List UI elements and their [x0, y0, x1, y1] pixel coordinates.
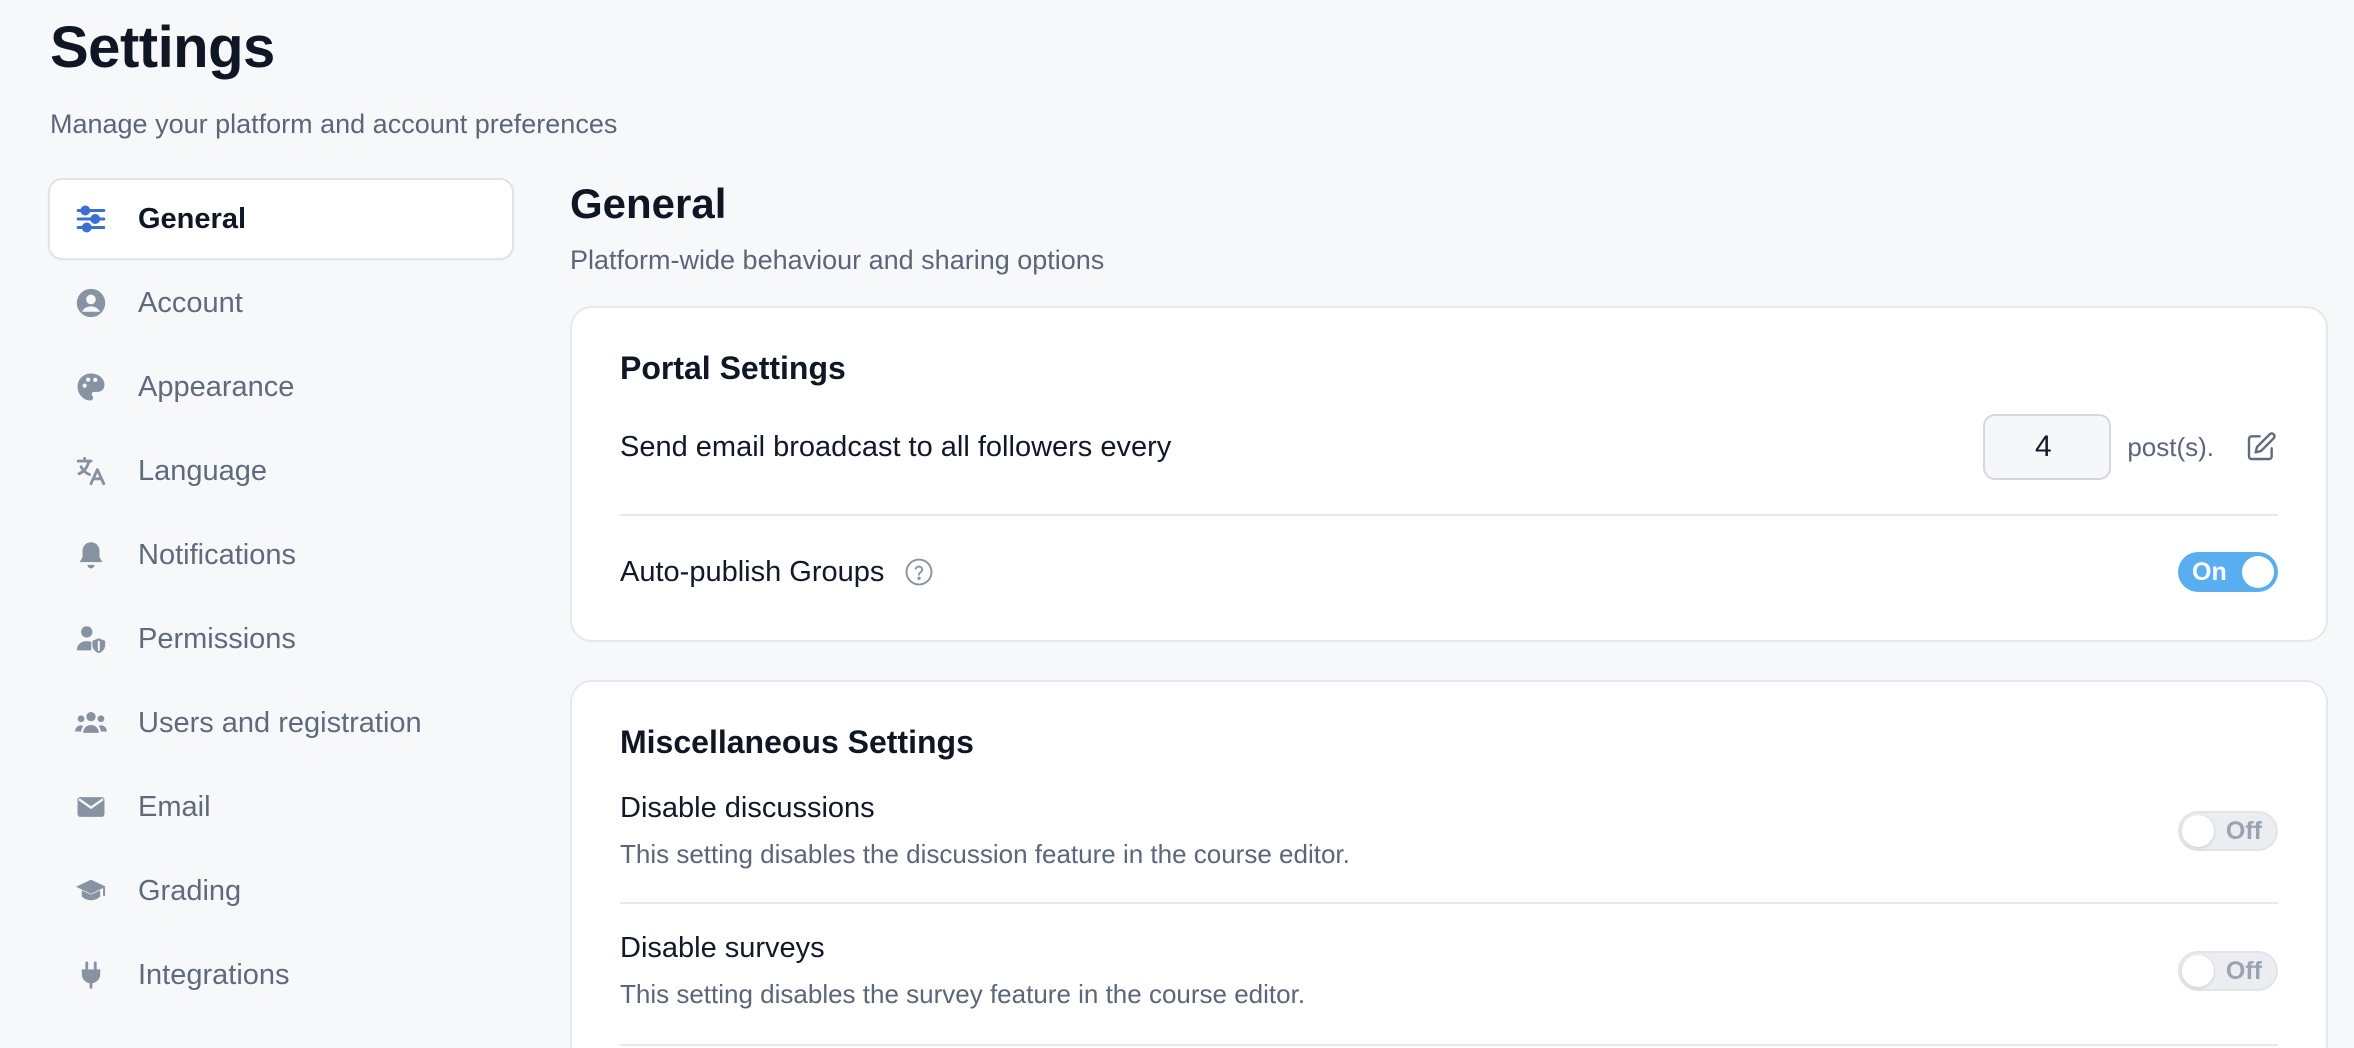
card-title: Miscellaneous Settings	[620, 724, 974, 760]
auto-publish-toggle[interactable]: On	[2178, 552, 2278, 592]
page-header: Settings Manage your platform and accoun…	[50, 16, 617, 140]
disable-discussions-label: Disable discussions	[620, 792, 875, 824]
sliders-icon	[74, 202, 108, 236]
sidebar-item-users-and-registration[interactable]: Users and registration	[48, 682, 514, 764]
broadcast-interval-input[interactable]	[1983, 414, 2112, 480]
disable-discussions-text: Disable discussions This setting disable…	[620, 792, 1350, 870]
sidebar-item-label: Users and registration	[138, 706, 422, 739]
broadcast-row: Send email broadcast to all followers ev…	[620, 414, 2278, 480]
sidebar-item-label: Language	[138, 454, 268, 487]
section-subtitle: Platform-wide behaviour and sharing opti…	[570, 245, 1105, 275]
broadcast-label: Send email broadcast to all followers ev…	[620, 430, 1172, 463]
miscellaneous-settings-card: Miscellaneous Settings Disable discussio…	[570, 680, 2328, 1048]
page-title: Settings	[50, 15, 275, 80]
disable-surveys-text: Disable surveys This setting disables th…	[620, 932, 1305, 1010]
auto-publish-label-group: Auto-publish Groups	[620, 556, 934, 589]
disable-surveys-label: Disable surveys	[620, 932, 825, 964]
graduation-cap-icon	[74, 874, 108, 908]
broadcast-controls: post(s).	[1983, 414, 2278, 480]
sidebar-item-language[interactable]: Language	[48, 430, 514, 512]
sidebar-item-appearance[interactable]: Appearance	[48, 346, 514, 428]
divider	[620, 1044, 2278, 1046]
auto-publish-row: Auto-publish Groups On	[620, 550, 2278, 594]
translate-icon	[74, 454, 108, 488]
divider	[620, 902, 2278, 904]
sidebar-item-label: Account	[138, 286, 243, 319]
card-title: Portal Settings	[620, 350, 846, 386]
disable-surveys-row: Disable surveys This setting disables th…	[620, 932, 2278, 1010]
sidebar-item-label: Appearance	[138, 370, 295, 403]
sidebar-item-integrations[interactable]: Integrations	[48, 934, 514, 1016]
toggle-state-label: Off	[2225, 956, 2262, 985]
toggle-state-label: On	[2192, 557, 2227, 586]
disable-discussions-row: Disable discussions This setting disable…	[620, 792, 2278, 870]
sidebar-item-label: Permissions	[138, 622, 296, 655]
edit-icon[interactable]	[2244, 430, 2278, 464]
bell-icon	[74, 538, 108, 572]
users-icon	[74, 706, 108, 740]
sidebar-item-permissions[interactable]: Permissions	[48, 598, 514, 680]
sidebar-item-label: Email	[138, 790, 211, 823]
section-title: General	[570, 180, 727, 227]
sidebar-item-label: Grading	[138, 874, 242, 907]
broadcast-unit-label: post(s).	[2127, 431, 2214, 462]
plug-icon	[74, 958, 108, 992]
disable-discussions-description: This setting disables the discussion fea…	[620, 839, 1350, 869]
help-icon[interactable]	[904, 557, 934, 587]
disable-discussions-toggle[interactable]: Off	[2178, 811, 2278, 851]
user-circle-icon	[74, 286, 108, 320]
sidebar-item-label: General	[138, 202, 246, 235]
auto-publish-label: Auto-publish Groups	[620, 555, 885, 588]
sidebar-item-grading[interactable]: Grading	[48, 850, 514, 932]
sidebar-item-label: Notifications	[138, 538, 296, 571]
settings-sidebar: General Account Appearance Language Noti	[48, 178, 514, 1018]
sidebar-item-account[interactable]: Account	[48, 262, 514, 344]
toggle-knob	[2182, 815, 2214, 847]
toggle-state-label: Off	[2225, 816, 2262, 845]
palette-icon	[74, 370, 108, 404]
disable-surveys-toggle[interactable]: Off	[2178, 951, 2278, 991]
user-shield-icon	[74, 622, 108, 656]
toggle-knob	[2242, 556, 2274, 588]
sidebar-item-email[interactable]: Email	[48, 766, 514, 848]
sidebar-item-label: Integrations	[138, 958, 290, 991]
sidebar-item-notifications[interactable]: Notifications	[48, 514, 514, 596]
settings-content: General Platform-wide behaviour and shar…	[570, 178, 2328, 1048]
divider	[620, 514, 2278, 516]
envelope-icon	[74, 790, 108, 824]
page-subtitle: Manage your platform and account prefere…	[50, 109, 618, 139]
toggle-knob	[2182, 955, 2214, 987]
sidebar-item-general[interactable]: General	[48, 178, 514, 260]
portal-settings-card: Portal Settings Send email broadcast to …	[570, 306, 2328, 642]
settings-page: Settings Manage your platform and accoun…	[0, 0, 2354, 1048]
disable-surveys-description: This setting disables the survey feature…	[620, 979, 1306, 1009]
